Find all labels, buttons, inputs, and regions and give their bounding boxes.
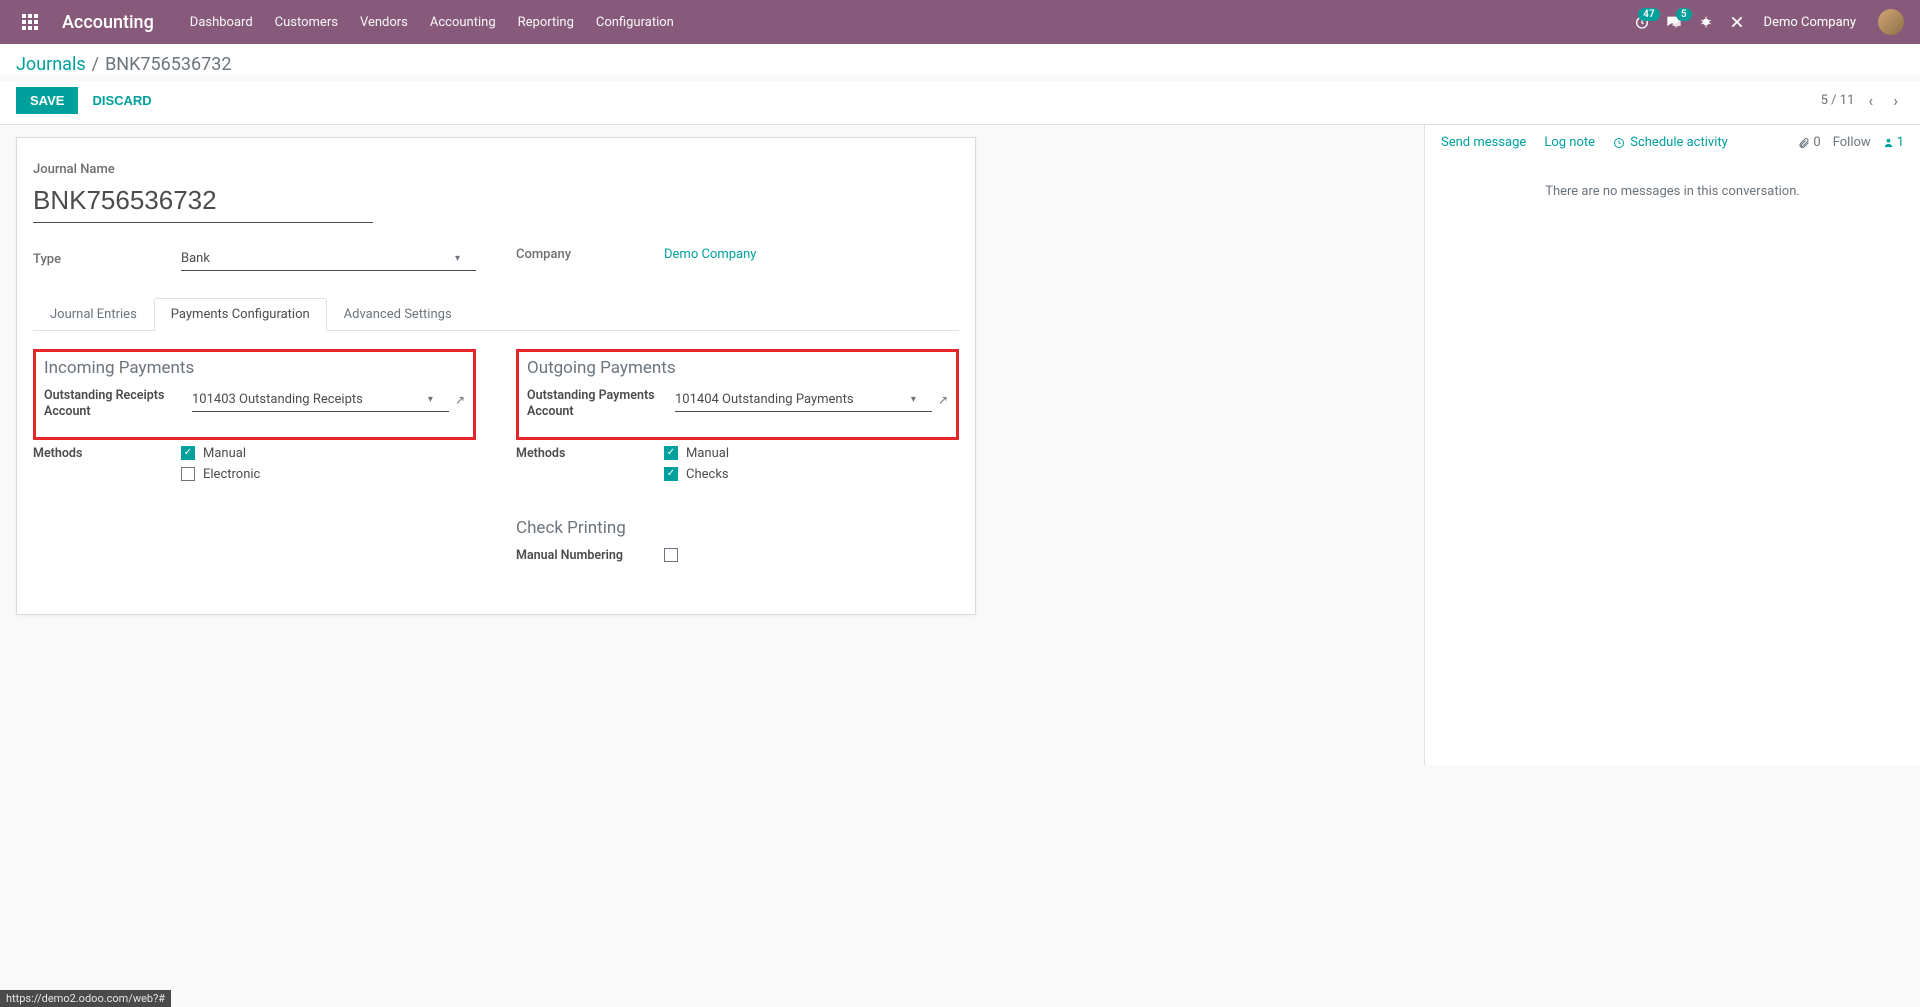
apps-icon[interactable] [16,8,44,36]
incoming-highlight: Incoming Payments Outstanding Receipts A… [33,349,476,440]
incoming-electronic-label: Electronic [203,467,260,482]
incoming-manual-checkbox[interactable] [181,446,195,460]
nav-dashboard[interactable]: Dashboard [190,15,253,30]
outgoing-title: Outgoing Payments [527,358,948,378]
tab-payments-config[interactable]: Payments Configuration [154,298,327,331]
pager-prev-icon[interactable]: ‹ [1862,87,1879,114]
clock-icon [1613,137,1625,149]
check-printing-title: Check Printing [516,518,959,538]
discard-button[interactable]: DISCARD [92,93,151,108]
chatter-panel: Send message Log note Schedule activity … [1424,125,1920,765]
breadcrumb-root[interactable]: Journals [16,54,86,75]
schedule-activity-button[interactable]: Schedule activity [1613,135,1728,150]
external-link-icon[interactable]: ↗ [455,393,465,407]
nav-vendors[interactable]: Vendors [360,15,408,30]
form-sheet: Journal Name Type Bank ▾ Company [16,137,976,615]
incoming-account-select[interactable]: 101403 Outstanding Receipts ▾ [192,388,449,412]
external-link-icon[interactable]: ↗ [938,393,948,407]
outgoing-manual-label: Manual [686,446,729,461]
timer-badge: 47 [1638,8,1659,21]
company-label: Company [516,247,664,262]
pager-text[interactable]: 5 / 11 [1821,93,1855,108]
caret-down-icon: ▾ [911,394,916,405]
pager: 5 / 11 ‹ › [1821,87,1904,114]
action-row: SAVE DISCARD 5 / 11 ‹ › [0,81,1920,125]
chat-badge: 5 [1676,8,1692,21]
manual-numbering-checkbox[interactable] [664,548,678,562]
company-name[interactable]: Demo Company [1764,15,1856,30]
log-note-button[interactable]: Log note [1544,135,1595,150]
pager-next-icon[interactable]: › [1887,87,1904,114]
attachments-button[interactable]: 0 [1798,135,1820,150]
status-bar-url: https://demo2.odoo.com/web?# [0,990,171,1007]
person-icon [1883,137,1894,148]
incoming-methods-label: Methods [33,446,181,488]
manual-numbering-label: Manual Numbering [516,548,664,564]
incoming-account-value: 101403 Outstanding Receipts [192,392,363,407]
tab-advanced[interactable]: Advanced Settings [327,298,469,331]
journal-name-label: Journal Name [33,162,373,177]
bug-icon[interactable] [1698,14,1714,30]
incoming-title: Incoming Payments [44,358,465,378]
outgoing-account-label: Outstanding Payments Account [527,388,675,421]
incoming-electronic-checkbox[interactable] [181,467,195,481]
close-tray-icon[interactable] [1730,15,1744,29]
app-title[interactable]: Accounting [62,12,154,33]
nav-customers[interactable]: Customers [275,15,338,30]
outgoing-manual-checkbox[interactable] [664,446,678,460]
follow-button[interactable]: Follow [1833,135,1871,150]
tab-journal-entries[interactable]: Journal Entries [33,298,154,331]
outgoing-account-select[interactable]: 101404 Outstanding Payments ▾ [675,388,932,412]
outgoing-checks-label: Checks [686,467,729,482]
breadcrumb: Journals / BNK756536732 [16,54,1904,75]
type-select[interactable]: Bank ▾ [181,247,476,271]
tabs: Journal Entries Payments Configuration A… [33,297,959,331]
caret-down-icon: ▾ [455,253,460,264]
nav-accounting[interactable]: Accounting [430,15,496,30]
followers-count[interactable]: 1 [1883,135,1904,150]
save-button[interactable]: SAVE [16,87,78,114]
outgoing-checks-checkbox[interactable] [664,467,678,481]
company-link[interactable]: Demo Company [664,247,756,262]
journal-name-input[interactable] [33,181,373,223]
user-avatar[interactable] [1878,9,1904,35]
incoming-account-label: Outstanding Receipts Account [44,388,192,421]
caret-down-icon: ▾ [428,394,433,405]
type-label: Type [33,252,181,267]
outgoing-methods-label: Methods [516,446,664,488]
outgoing-account-value: 101404 Outstanding Payments [675,392,854,407]
breadcrumb-row: Journals / BNK756536732 [0,44,1920,75]
incoming-manual-label: Manual [203,446,246,461]
nav-configuration[interactable]: Configuration [596,15,674,30]
outgoing-highlight: Outgoing Payments Outstanding Payments A… [516,349,959,440]
nav-reporting[interactable]: Reporting [518,15,574,30]
timer-icon[interactable]: 47 [1634,14,1650,30]
chat-icon[interactable]: 5 [1666,14,1682,30]
top-navbar: Accounting Dashboard Customers Vendors A… [0,0,1920,44]
send-message-button[interactable]: Send message [1441,135,1526,150]
paperclip-icon [1798,137,1810,149]
type-value: Bank [181,251,210,266]
breadcrumb-current: BNK756536732 [105,54,231,75]
chatter-empty-text: There are no messages in this conversati… [1425,160,1920,223]
